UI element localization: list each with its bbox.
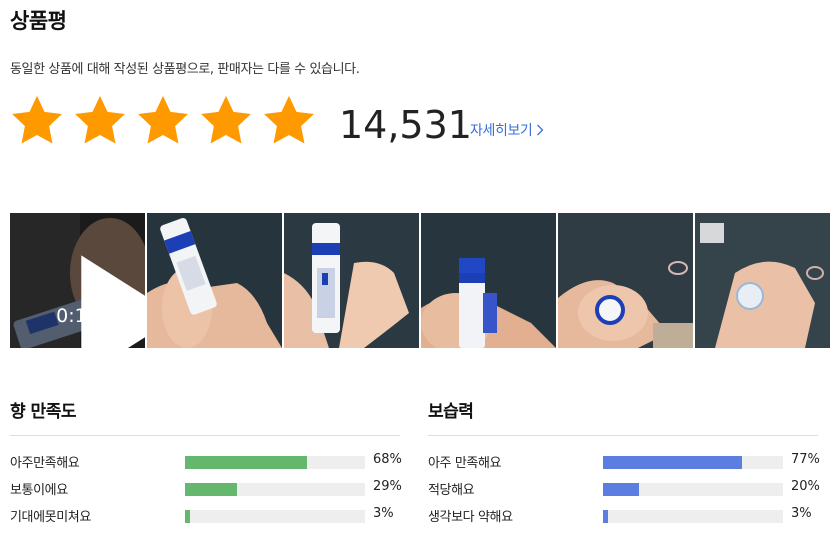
survey-option-label: 적당해요 [428, 483, 475, 498]
survey-bar-track [185, 510, 365, 523]
survey-option-label: 보통이에요 [10, 483, 68, 498]
photo-lip-balm-cap [558, 213, 693, 348]
survey-option-label: 생각보다 약해요 [428, 510, 513, 525]
review-photo-thumbnail[interactable] [558, 213, 693, 348]
survey-scent-satisfaction: 향 만족도 아주만족해요 68% 보통이에요 29% 기대에못미쳐요 3% [10, 397, 402, 529]
review-photo-thumbnail[interactable] [284, 213, 419, 348]
star-icon [75, 95, 125, 144]
video-thumbnail[interactable]: 0:10 [10, 213, 145, 348]
survey-bar-track [603, 456, 783, 469]
star-icon [138, 95, 188, 144]
survey-bar-fill [603, 510, 609, 523]
survey-percent: 3% [791, 506, 812, 521]
survey-percent: 3% [373, 506, 394, 521]
photo-lip-balm-base [695, 213, 830, 348]
survey-percent: 20% [791, 479, 820, 494]
survey-bar-track [185, 483, 365, 496]
survey-bar-fill [603, 456, 742, 469]
survey-bar-track [185, 456, 365, 469]
divider [10, 435, 400, 436]
video-duration: 0:10 [56, 305, 99, 327]
survey-option-label: 기대에못미쳐요 [10, 510, 91, 525]
survey-percent: 77% [791, 452, 820, 467]
review-notice: 동일한 상품에 대해 작성된 상품평으로, 판매자는 다를 수 있습니다. [10, 62, 360, 77]
see-details-link[interactable]: 자세히보기 [470, 120, 544, 140]
review-count: 14,531 [339, 103, 472, 147]
review-photo-thumbnail[interactable] [421, 213, 556, 348]
star-icon [264, 95, 314, 144]
photo-lip-balm-hand [147, 213, 282, 348]
survey-row: 기대에못미쳐요 3% [10, 502, 400, 529]
survey-percent: 29% [373, 479, 402, 494]
chevron-right-icon [537, 124, 544, 136]
survey-option-label: 아주만족해요 [10, 456, 80, 471]
review-photo-thumbnail[interactable] [695, 213, 830, 348]
survey-row: 적당해요 20% [428, 475, 820, 502]
survey-bar-track [603, 483, 783, 496]
photo-lip-balm-label [284, 213, 419, 348]
survey-moisturizing: 보습력 아주 만족해요 77% 적당해요 20% 생각보다 약해요 3% [428, 397, 820, 529]
survey-bar-fill [185, 483, 238, 496]
review-photo-thumbnail[interactable] [147, 213, 282, 348]
survey-title: 보습력 [428, 402, 474, 422]
survey-row: 생각보다 약해요 3% [428, 502, 818, 529]
photo-lip-balm-open [421, 213, 556, 348]
survey-row: 아주만족해요 68% [10, 448, 402, 475]
survey-row: 아주 만족해요 77% [428, 448, 820, 475]
play-icon [81, 255, 145, 348]
star-icon [201, 95, 251, 144]
star-icon [12, 95, 62, 144]
star-rating [8, 92, 318, 150]
see-details-label: 자세히보기 [470, 123, 533, 139]
survey-bar-fill [185, 510, 191, 523]
review-media-gallery: 0:10 [10, 213, 830, 348]
survey-percent: 68% [373, 452, 402, 467]
survey-option-label: 아주 만족해요 [428, 456, 502, 471]
survey-row: 보통이에요 29% [10, 475, 402, 502]
divider [428, 435, 818, 436]
survey-bar-track [603, 510, 783, 523]
survey-bar-fill [603, 483, 639, 496]
survey-bar-fill [185, 456, 308, 469]
section-title: 상품평 [10, 9, 67, 33]
survey-title: 향 만족도 [10, 402, 76, 422]
